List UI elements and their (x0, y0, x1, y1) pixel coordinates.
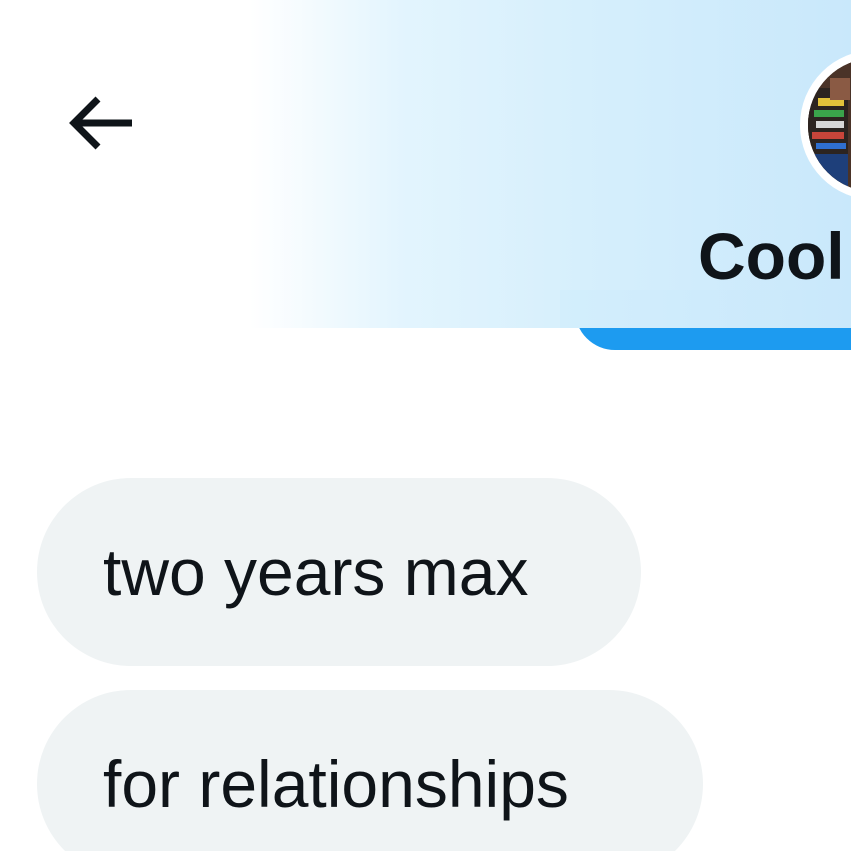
display-name[interactable]: Cool (698, 218, 845, 294)
banner-accent-cover (560, 290, 851, 328)
back-button[interactable] (52, 80, 148, 166)
conversation-screen: Cool two years max for relationships (0, 0, 851, 851)
message-bubble[interactable]: for relationships (37, 690, 703, 851)
message-text: two years max (103, 535, 529, 609)
message-bubble[interactable]: two years max (37, 478, 641, 666)
arrow-left-icon (69, 96, 132, 150)
message-text: for relationships (103, 747, 569, 821)
